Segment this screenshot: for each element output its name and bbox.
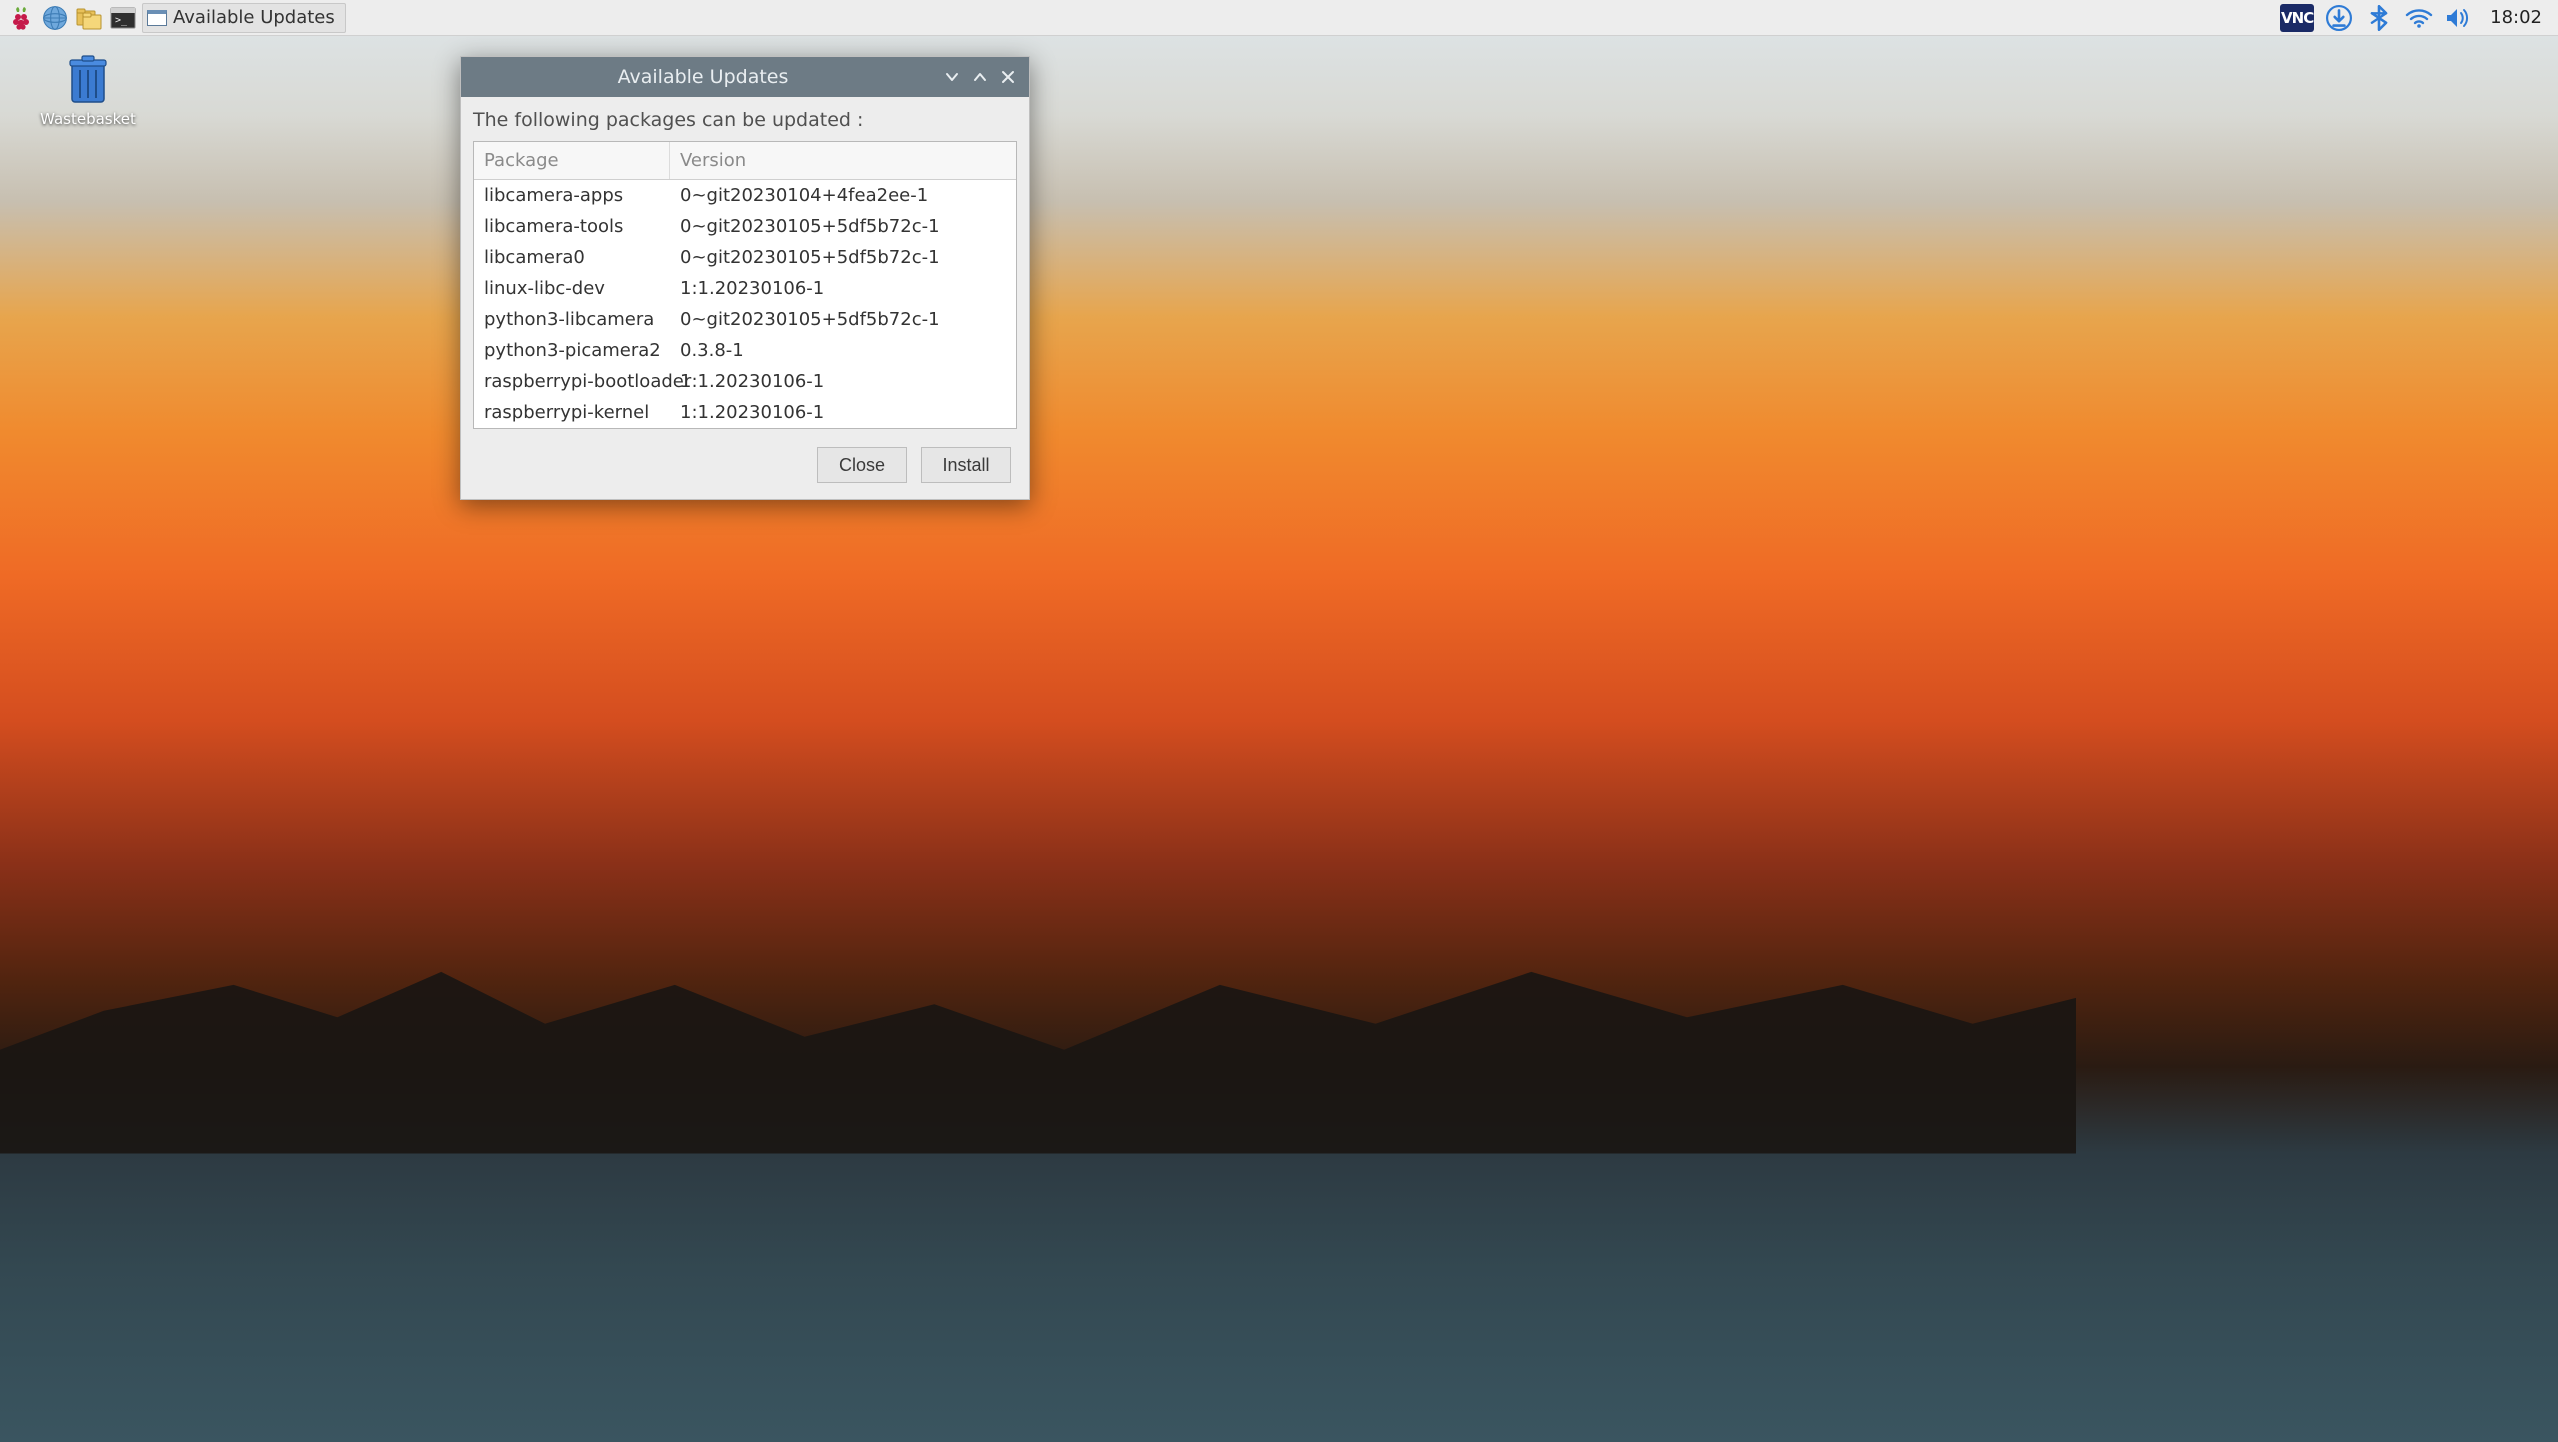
app-menu-button[interactable] xyxy=(6,3,36,33)
desktop-icon-label: Wastebasket xyxy=(40,110,136,128)
cell-package-version: 1:1.20230106-1 xyxy=(670,397,1016,428)
cell-package-name: libcamera-apps xyxy=(474,180,670,211)
table-row[interactable]: raspberrypi-kernel1:1.20230106-1 xyxy=(474,397,1016,428)
desktop-wallpaper xyxy=(0,0,2558,1442)
available-updates-dialog: Available Updates The following packages… xyxy=(460,56,1030,500)
column-header-version[interactable]: Version xyxy=(670,142,1016,179)
cell-package-version: 1:1.20230106-1 xyxy=(670,366,1016,397)
dialog-message: The following packages can be updated : xyxy=(473,109,1017,131)
web-browser-launcher[interactable] xyxy=(40,3,70,33)
cell-package-name: raspberrypi-kernel xyxy=(474,397,670,428)
table-row[interactable]: libcamera-tools0~git20230105+5df5b72c-1 xyxy=(474,211,1016,242)
cell-package-version: 0~git20230105+5df5b72c-1 xyxy=(670,242,1016,273)
table-row[interactable]: python3-picamera20.3.8-1 xyxy=(474,335,1016,366)
desktop-icon-wastebasket[interactable]: Wastebasket xyxy=(28,54,148,128)
folders-icon xyxy=(75,6,103,30)
taskbar-entry-available-updates[interactable]: Available Updates xyxy=(142,3,346,33)
globe-icon xyxy=(42,5,68,31)
cell-package-name: libcamera0 xyxy=(474,242,670,273)
install-button[interactable]: Install xyxy=(921,447,1011,483)
cell-package-version: 0.3.8-1 xyxy=(670,335,1016,366)
package-table-body: libcamera-apps0~git20230104+4fea2ee-1lib… xyxy=(474,180,1016,428)
volume-icon xyxy=(2445,7,2473,29)
tray-volume[interactable] xyxy=(2444,3,2474,33)
bluetooth-icon xyxy=(2368,5,2390,31)
tray-clock[interactable]: 18:02 xyxy=(2484,7,2548,28)
raspberry-pi-icon xyxy=(9,6,33,30)
cell-package-name: linux-libc-dev xyxy=(474,273,670,304)
table-row[interactable]: libcamera00~git20230105+5df5b72c-1 xyxy=(474,242,1016,273)
table-row[interactable]: raspberrypi-bootloader1:1.20230106-1 xyxy=(474,366,1016,397)
cell-package-name: libcamera-tools xyxy=(474,211,670,242)
dialog-title: Available Updates xyxy=(471,66,935,88)
file-manager-launcher[interactable] xyxy=(74,3,104,33)
window-icon xyxy=(147,10,167,26)
column-header-package[interactable]: Package xyxy=(474,142,670,179)
dialog-button-bar: Close Install xyxy=(473,429,1017,485)
wifi-icon xyxy=(2405,7,2433,29)
cell-package-version: 0~git20230105+5df5b72c-1 xyxy=(670,211,1016,242)
chevron-up-icon xyxy=(973,70,987,84)
package-table: Package Version libcamera-apps0~git20230… xyxy=(473,141,1017,429)
close-icon xyxy=(1001,70,1015,84)
cell-package-name: python3-libcamera xyxy=(474,304,670,335)
tray-wifi[interactable] xyxy=(2404,3,2434,33)
table-row[interactable]: linux-libc-dev1:1.20230106-1 xyxy=(474,273,1016,304)
window-close-button[interactable] xyxy=(997,66,1019,88)
trash-icon xyxy=(66,54,110,106)
package-table-header: Package Version xyxy=(474,142,1016,180)
dialog-body: The following packages can be updated : … xyxy=(461,97,1029,499)
tray-updates[interactable] xyxy=(2324,3,2354,33)
cell-package-version: 0~git20230104+4fea2ee-1 xyxy=(670,180,1016,211)
system-tray: VNC xyxy=(2280,3,2552,33)
terminal-launcher[interactable]: >_ xyxy=(108,3,138,33)
vnc-icon: VNC xyxy=(2281,9,2313,27)
svg-text:>_: >_ xyxy=(115,15,128,26)
download-icon xyxy=(2326,5,2352,31)
taskbar-entry-label: Available Updates xyxy=(173,7,335,28)
chevron-down-icon xyxy=(945,70,959,84)
table-row[interactable]: libcamera-apps0~git20230104+4fea2ee-1 xyxy=(474,180,1016,211)
cell-package-name: python3-picamera2 xyxy=(474,335,670,366)
taskbar: >_ Available Updates VNC xyxy=(0,0,2558,36)
close-button[interactable]: Close xyxy=(817,447,907,483)
tray-bluetooth[interactable] xyxy=(2364,3,2394,33)
terminal-icon: >_ xyxy=(110,7,136,29)
table-row[interactable]: python3-libcamera0~git20230105+5df5b72c-… xyxy=(474,304,1016,335)
cell-package-name: raspberrypi-bootloader xyxy=(474,366,670,397)
cell-package-version: 0~git20230105+5df5b72c-1 xyxy=(670,304,1016,335)
window-shade-up-button[interactable] xyxy=(969,66,991,88)
cell-package-version: 1:1.20230106-1 xyxy=(670,273,1016,304)
window-shade-down-button[interactable] xyxy=(941,66,963,88)
tray-vnc[interactable]: VNC xyxy=(2280,4,2314,32)
dialog-titlebar[interactable]: Available Updates xyxy=(461,57,1029,97)
